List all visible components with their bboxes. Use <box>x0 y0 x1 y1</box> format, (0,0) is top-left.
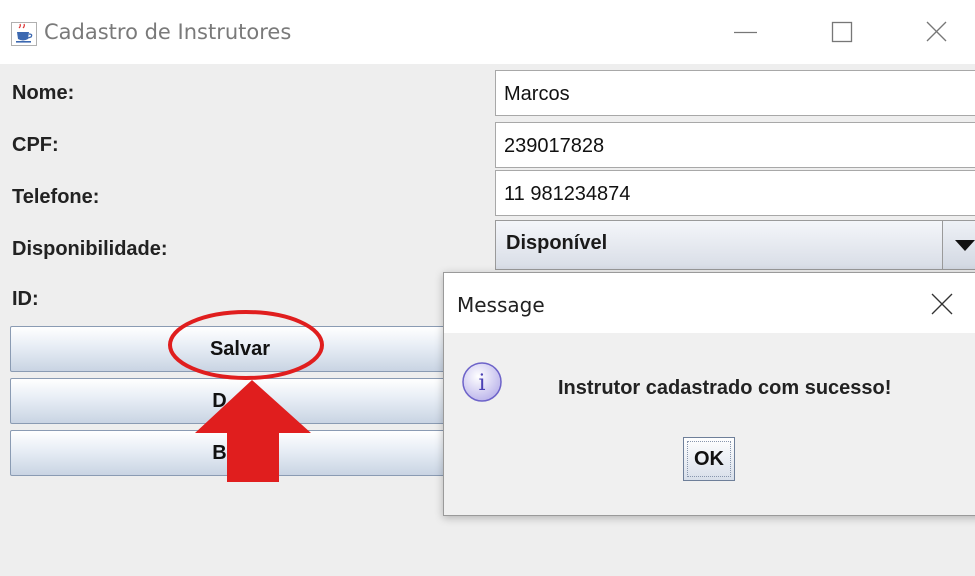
disponibilidade-select[interactable]: Disponível <box>495 220 975 270</box>
ok-button[interactable]: OK <box>683 437 735 481</box>
dropdown-button[interactable] <box>942 221 975 269</box>
message-dialog: Message i Instrutor cadastrado com suces… <box>443 272 975 516</box>
dialog-message: Instrutor cadastrado com sucesso! <box>558 377 892 399</box>
deletar-button[interactable]: D r <box>10 378 470 424</box>
disponibilidade-label: Disponibilidade: <box>12 238 168 260</box>
info-icon: i <box>462 362 502 402</box>
ok-button-label: OK <box>687 441 731 477</box>
close-icon[interactable] <box>914 14 958 50</box>
cpf-input[interactable]: 239017828 <box>495 122 975 168</box>
svg-text:i: i <box>478 371 485 396</box>
minimize-icon[interactable] <box>724 14 768 50</box>
maximize-icon[interactable] <box>820 14 864 50</box>
nome-label: Nome: <box>12 82 75 104</box>
cpf-label: CPF: <box>12 134 59 156</box>
nome-input[interactable]: Marcos <box>495 70 975 116</box>
telefone-input[interactable]: 11 981234874 <box>495 170 975 216</box>
salvar-button[interactable]: Salvar <box>10 326 470 372</box>
java-cup-icon <box>11 22 37 46</box>
telefone-label: Telefone: <box>12 186 100 208</box>
dialog-titlebar: Message <box>444 273 975 333</box>
id-label: ID: <box>12 288 39 310</box>
dialog-title: Message <box>457 293 545 317</box>
window-title: Cadastro de Instrutores <box>44 20 292 44</box>
buscar-button[interactable]: B r <box>10 430 470 476</box>
chevron-down-icon <box>955 240 975 251</box>
close-icon[interactable] <box>922 287 962 321</box>
disponibilidade-selected: Disponível <box>506 232 608 254</box>
window-titlebar: Cadastro de Instrutores <box>0 0 975 64</box>
